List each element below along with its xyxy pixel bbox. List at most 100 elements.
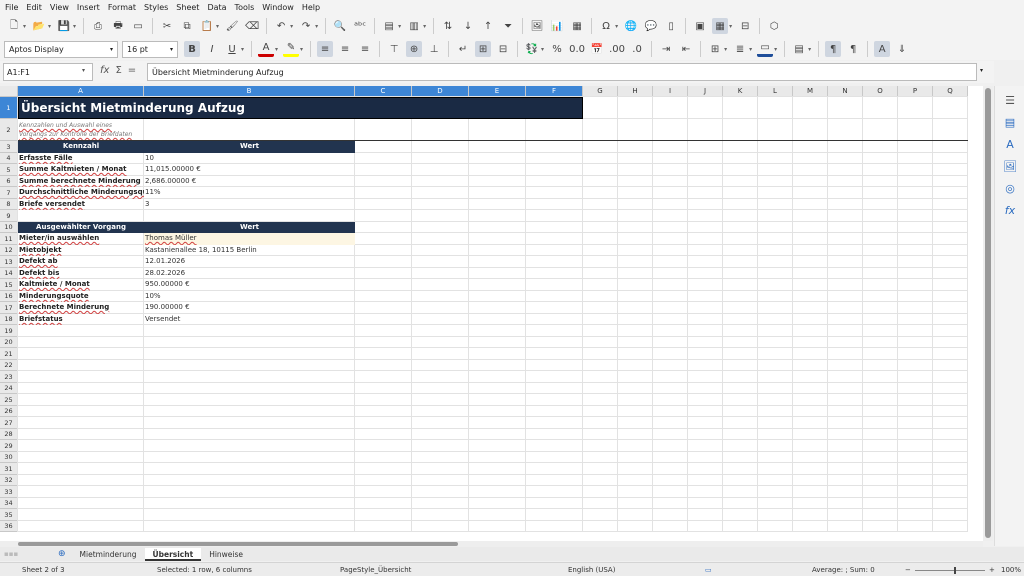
- tab-uebersicht[interactable]: Übersicht: [144, 547, 202, 561]
- currency-dropdown[interactable]: ▾: [541, 46, 544, 53]
- text-horizontal-icon[interactable]: A: [874, 41, 891, 57]
- decrease-indent-icon[interactable]: ⇤: [678, 41, 694, 57]
- insert-chart-icon[interactable]: 📊: [549, 18, 565, 34]
- kpi-label[interactable]: Summe berechnete Minderung: [18, 176, 144, 187]
- row-header-8[interactable]: 8: [0, 199, 18, 210]
- row-header-20[interactable]: 20: [0, 337, 18, 348]
- find-replace-icon[interactable]: 🔍: [332, 18, 348, 34]
- zoom-out-icon[interactable]: −: [905, 566, 911, 574]
- case-header-value[interactable]: Wert: [144, 222, 355, 233]
- menu-window[interactable]: Window: [262, 3, 294, 12]
- kpi-label[interactable]: Durchschnittliche Minderungsquo: [18, 187, 144, 199]
- sum-icon[interactable]: Σ: [115, 65, 121, 76]
- kpi-label[interactable]: Erfasste Fälle: [18, 153, 144, 164]
- conditional-dropdown[interactable]: ▾: [808, 46, 811, 53]
- new-document-icon[interactable]: 🗋: [6, 18, 22, 34]
- case-value[interactable]: 950.00000 €: [144, 279, 355, 291]
- kpi-value[interactable]: 11%: [144, 187, 355, 199]
- scrollbar-thumb[interactable]: [18, 542, 458, 546]
- kpi-value[interactable]: 11,015.00000 €: [144, 164, 355, 176]
- case-value[interactable]: Kastanienallee 18, 10115 Berlin: [144, 245, 355, 256]
- align-bottom-icon[interactable]: ⊥: [426, 41, 442, 57]
- styles-icon[interactable]: A: [1003, 138, 1017, 152]
- clear-formatting-icon[interactable]: ⌫: [244, 18, 260, 34]
- row-header-11[interactable]: 11: [0, 233, 18, 245]
- show-draw-functions-icon[interactable]: ⬡: [766, 18, 782, 34]
- sort-icon[interactable]: ⇅: [440, 18, 456, 34]
- vertical-scrollbar[interactable]: [983, 86, 993, 541]
- properties-icon[interactable]: ▤: [1003, 116, 1017, 130]
- font-name-combo[interactable]: Aptos Display ▾: [4, 40, 118, 58]
- borders-dropdown[interactable]: ▾: [724, 46, 727, 53]
- redo-dropdown[interactable]: ▾: [315, 23, 318, 30]
- menu-help[interactable]: Help: [302, 3, 320, 12]
- kpi-header-value[interactable]: Wert: [144, 141, 355, 153]
- open-folder-icon[interactable]: 📂: [31, 18, 47, 34]
- kpi-label[interactable]: Summe Kaltmieten / Monat: [18, 164, 144, 176]
- border-style-icon[interactable]: ≣: [732, 41, 748, 57]
- sort-ascending-icon[interactable]: ↓: [460, 18, 476, 34]
- border-color-icon[interactable]: ▭: [757, 41, 774, 57]
- font-color-icon[interactable]: A: [258, 41, 275, 57]
- case-value[interactable]: 10%: [144, 291, 355, 302]
- clone-formatting-icon[interactable]: 🖌: [224, 18, 240, 34]
- case-value[interactable]: Thomas Müller: [144, 233, 355, 245]
- percent-format-icon[interactable]: %: [549, 41, 565, 57]
- case-value[interactable]: 12.01.2026: [144, 256, 355, 268]
- row-header-7[interactable]: 7: [0, 187, 18, 199]
- case-header-label[interactable]: Ausgewählter Vorgang: [18, 222, 144, 233]
- case-label[interactable]: Mietobjekt: [18, 245, 144, 256]
- zoom-slider[interactable]: [915, 570, 985, 571]
- date-format-icon[interactable]: 📅: [589, 41, 605, 57]
- scrollbar-thumb[interactable]: [985, 88, 991, 538]
- name-box[interactable]: A1:F1: [3, 63, 93, 81]
- align-center-icon[interactable]: ≡: [337, 41, 353, 57]
- select-all-corner[interactable]: [0, 86, 18, 97]
- selection-mode-icon[interactable]: ▭: [705, 566, 712, 574]
- new-dropdown[interactable]: ▾: [23, 23, 26, 30]
- sort-descending-icon[interactable]: ↑: [480, 18, 496, 34]
- header-footer-icon[interactable]: ▯: [663, 18, 679, 34]
- spelling-icon[interactable]: ᵃᵇᶜ: [352, 18, 368, 34]
- row-header-1[interactable]: 1: [0, 97, 18, 119]
- hamburger-menu-icon[interactable]: ☰: [1003, 94, 1017, 108]
- row-header-29[interactable]: 29: [0, 440, 18, 452]
- wrap-text-icon[interactable]: ↵: [455, 41, 471, 57]
- row-header-30[interactable]: 30: [0, 452, 18, 463]
- freeze-dropdown[interactable]: ▾: [729, 23, 732, 30]
- autofilter-icon[interactable]: ⏷: [500, 18, 516, 34]
- currency-format-icon[interactable]: 💱: [524, 41, 540, 57]
- row-header-4[interactable]: 4: [0, 153, 18, 164]
- define-print-area-icon[interactable]: ▣: [692, 18, 708, 34]
- tab-hinweise[interactable]: Hinweise: [201, 548, 251, 561]
- status-zoom[interactable]: 100%: [1001, 566, 1021, 574]
- case-label[interactable]: Kaltmiete / Monat: [18, 279, 144, 291]
- align-top-icon[interactable]: ⊤: [386, 41, 402, 57]
- case-label[interactable]: Defekt ab: [18, 256, 144, 268]
- print-icon[interactable]: 🖶: [110, 18, 126, 34]
- navigator-icon[interactable]: ◎: [1003, 182, 1017, 196]
- paste-icon[interactable]: 📋: [199, 18, 215, 34]
- menu-edit[interactable]: Edit: [26, 3, 42, 12]
- increase-indent-icon[interactable]: ⇥: [658, 41, 674, 57]
- case-label[interactable]: Mieter/in auswählen: [18, 233, 144, 245]
- spreadsheet-grid[interactable]: A B C D E F G H I J K L M N O P Q 1 2 3 4 5 6 7 8 9 10 11 12 13 14 15 16…: [0, 86, 983, 541]
- case-label[interactable]: Minderungsquote: [18, 291, 144, 302]
- row-header-26[interactable]: 26: [0, 406, 18, 417]
- freeze-rows-columns-icon[interactable]: ▦: [712, 18, 729, 34]
- functions-icon[interactable]: fx: [1003, 204, 1017, 218]
- bold-icon[interactable]: B: [184, 41, 200, 57]
- delete-decimal-icon[interactable]: .0: [629, 41, 645, 57]
- row-header-15[interactable]: 15: [0, 279, 18, 291]
- row-header-31[interactable]: 31: [0, 463, 18, 475]
- row-header-12[interactable]: 12: [0, 245, 18, 256]
- row-header-17[interactable]: 17: [0, 302, 18, 314]
- row-header-27[interactable]: 27: [0, 417, 18, 429]
- row-header-19[interactable]: 19: [0, 325, 18, 337]
- align-left-icon[interactable]: ≡: [317, 41, 334, 57]
- border-color-dropdown[interactable]: ▾: [774, 46, 777, 53]
- row-header-21[interactable]: 21: [0, 348, 18, 360]
- row-header-36[interactable]: 36: [0, 521, 18, 532]
- font-color-dropdown[interactable]: ▾: [275, 46, 278, 53]
- row-dropdown[interactable]: ▾: [398, 23, 401, 30]
